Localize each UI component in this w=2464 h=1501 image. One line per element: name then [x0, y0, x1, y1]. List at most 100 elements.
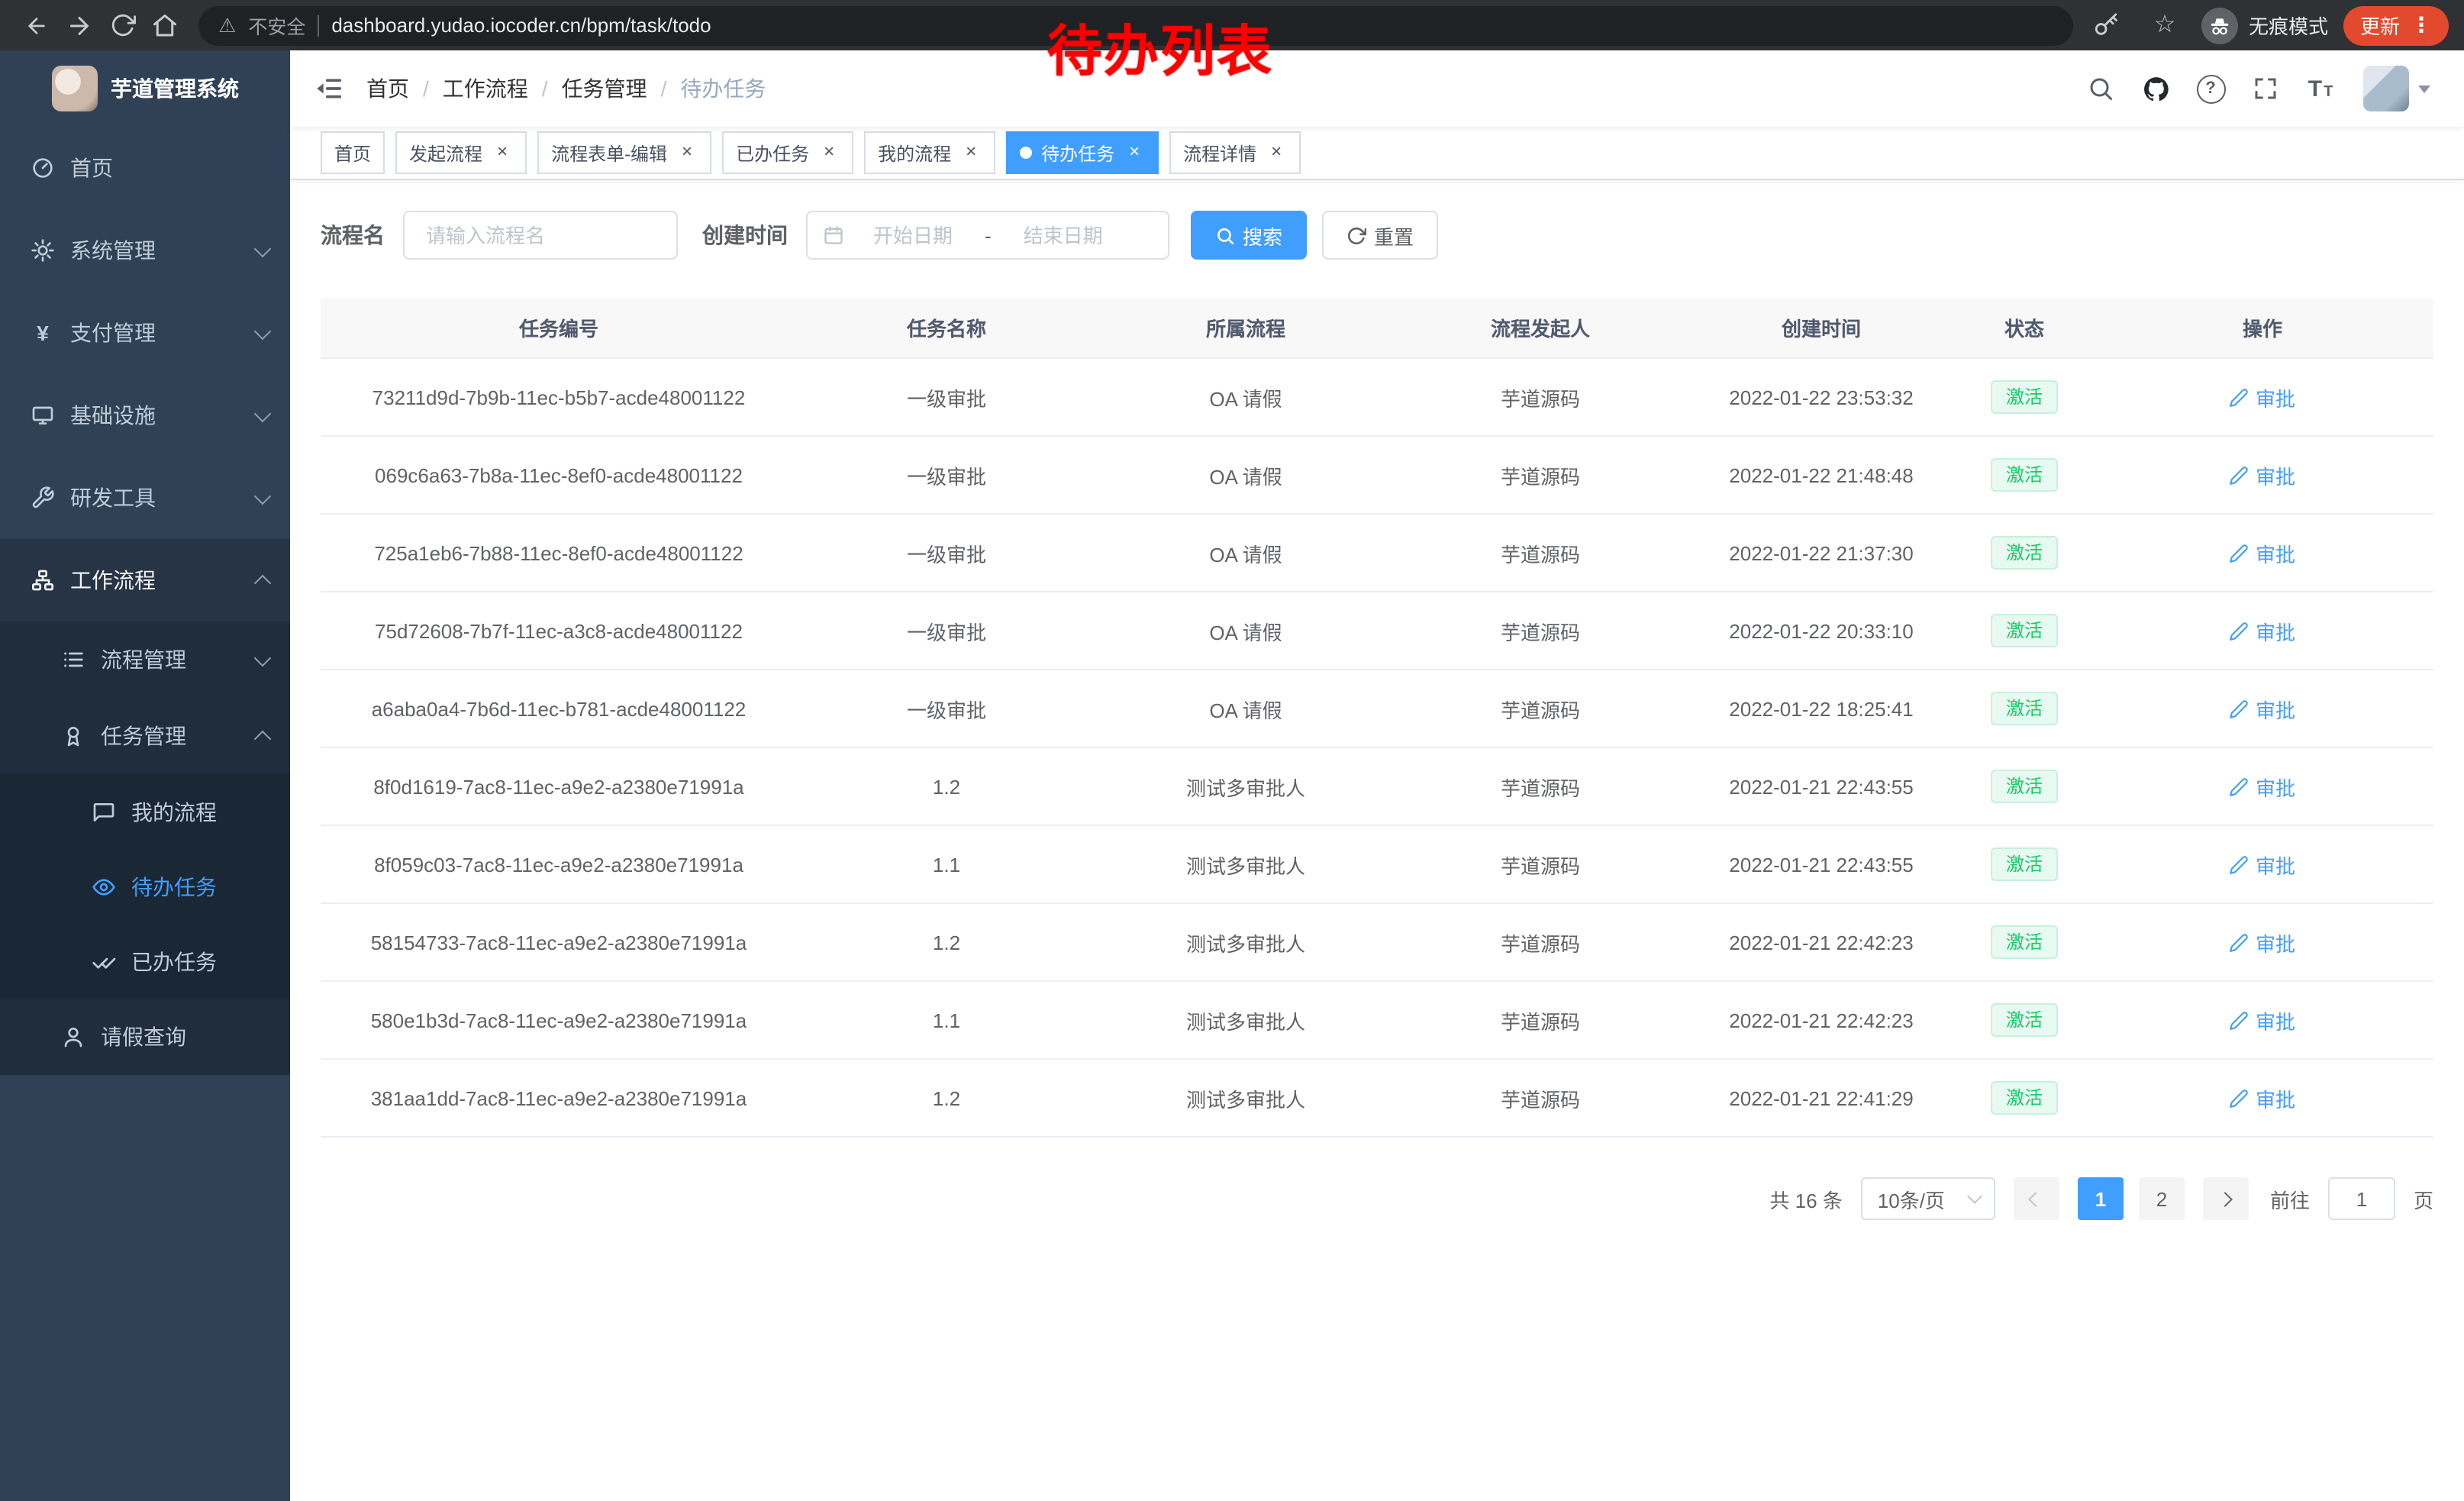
sidebar-item-payment-mgmt[interactable]: ¥ 支付管理	[0, 292, 290, 374]
tab-label: 首页	[334, 140, 371, 166]
goto-page-input[interactable]	[2328, 1177, 2395, 1220]
cell-starter: 芋道源码	[1395, 436, 1685, 514]
table-row[interactable]: 069c6a63-7b8a-11ec-8ef0-acde48001122 一级审…	[321, 436, 2433, 514]
browser-home-button[interactable]	[144, 4, 186, 47]
approve-link[interactable]: 审批	[2230, 538, 2295, 567]
sidebar-item-done-tasks[interactable]: 已办任务	[0, 924, 290, 999]
sidebar-item-system-mgmt[interactable]: 系统管理	[0, 209, 290, 292]
font-size-button[interactable]: TT	[2296, 64, 2345, 113]
page-size-select[interactable]: 10条/页	[1861, 1177, 1995, 1220]
approve-link[interactable]: 审批	[2230, 616, 2295, 645]
tab[interactable]: 流程详情 ×	[1169, 131, 1301, 174]
tab-close-icon[interactable]: ×	[1124, 142, 1145, 163]
tab-close-icon[interactable]: ×	[960, 142, 982, 163]
approve-label: 审批	[2256, 538, 2295, 567]
cell-process: OA 请假	[1096, 436, 1395, 514]
cell-process: 测试多审批人	[1096, 747, 1395, 825]
table-row[interactable]: 73211d9d-7b9b-11ec-b5b7-acde48001122 一级审…	[321, 358, 2433, 436]
page-number-button[interactable]: 2	[2139, 1177, 2185, 1220]
sidebar-item-home[interactable]: 首页	[0, 127, 290, 209]
breadcrumb-item[interactable]: 首页	[366, 73, 409, 104]
approve-link[interactable]: 审批	[2230, 383, 2295, 412]
sidebar-item-infrastructure[interactable]: 基础设施	[0, 374, 290, 457]
browser-back-button[interactable]	[15, 4, 58, 47]
search-button[interactable]: 搜索	[1191, 211, 1307, 260]
password-manager-button[interactable]	[2085, 4, 2128, 47]
table-row[interactable]: 75d72608-7b7f-11ec-a3c8-acde48001122 一级审…	[321, 592, 2433, 670]
column-header: 操作	[2091, 298, 2433, 358]
approve-link[interactable]: 审批	[2230, 850, 2295, 879]
table-row[interactable]: a6aba0a4-7b6d-11ec-b781-acde48001122 一级审…	[321, 670, 2433, 747]
approve-link[interactable]: 审批	[2230, 1083, 2295, 1112]
app-logo[interactable]: 芋道管理系统	[0, 50, 290, 127]
browser-refresh-button[interactable]	[101, 4, 144, 47]
breadcrumb-item[interactable]: 工作流程	[443, 73, 528, 104]
prev-page-button[interactable]	[2014, 1177, 2059, 1220]
cell-process: OA 请假	[1096, 358, 1395, 436]
goto-suffix-label: 页	[2414, 1184, 2433, 1213]
address-separator	[318, 15, 319, 36]
table-row[interactable]: 8f059c03-7ac8-11ec-a9e2-a2380e71991a 1.1…	[321, 825, 2433, 903]
tab[interactable]: 流程表单-编辑 ×	[537, 131, 711, 174]
tab[interactable]: 待办任务 ×	[1006, 131, 1159, 174]
date-range-picker[interactable]: -	[806, 211, 1169, 260]
browser-update-button[interactable]: 更新 ⋮	[2343, 5, 2449, 45]
sidebar-item-dev-tools[interactable]: 研发工具	[0, 457, 290, 539]
approve-link[interactable]: 审批	[2230, 460, 2295, 489]
table-row[interactable]: 381aa1dd-7ac8-11ec-a9e2-a2380e71991a 1.2…	[321, 1059, 2433, 1137]
github-link-button[interactable]	[2131, 64, 2180, 113]
chevron-up-icon	[254, 731, 272, 748]
status-badge: 激活	[1991, 925, 2058, 959]
bookmark-button[interactable]: ☆	[2143, 4, 2186, 47]
sidebar-item-workflow[interactable]: 工作流程	[0, 539, 290, 621]
home-icon	[151, 11, 179, 39]
sidebar-item-process-mgmt[interactable]: 流程管理	[0, 621, 290, 698]
reset-button[interactable]: 重置	[1322, 211, 1438, 260]
sidebar-item-leave-query[interactable]: 请假查询	[0, 999, 290, 1075]
cell-task-name: 1.2	[797, 747, 1096, 825]
sidebar-toggle-button[interactable]	[314, 73, 345, 104]
tab[interactable]: 我的流程 ×	[864, 131, 995, 174]
header-search-button[interactable]	[2076, 64, 2125, 113]
todo-task-table: 任务编号任务名称所属流程流程发起人创建时间状态操作 73211d9d-7b9b-…	[321, 298, 2433, 1138]
approve-link[interactable]: 审批	[2230, 1006, 2295, 1035]
table-row[interactable]: 580e1b3d-7ac8-11ec-a9e2-a2380e71991a 1.1…	[321, 981, 2433, 1059]
approve-link[interactable]: 审批	[2230, 928, 2295, 957]
start-date-input[interactable]	[850, 222, 976, 248]
tab-close-icon[interactable]: ×	[676, 142, 698, 163]
browser-menu-icon[interactable]: ⋮	[2411, 12, 2432, 38]
sidebar-item-todo-tasks[interactable]: 待办任务	[0, 849, 290, 924]
yen-icon: ¥	[31, 321, 55, 345]
user-menu[interactable]	[2363, 66, 2430, 111]
next-page-button[interactable]	[2203, 1177, 2249, 1220]
sidebar-item-my-processes[interactable]: 我的流程	[0, 774, 290, 849]
end-date-input[interactable]	[1001, 222, 1126, 248]
table-row[interactable]: 58154733-7ac8-11ec-a9e2-a2380e71991a 1.2…	[321, 903, 2433, 981]
tab-close-icon[interactable]: ×	[1266, 142, 1287, 163]
sidebar-item-task-mgmt[interactable]: 任务管理	[0, 698, 290, 774]
approve-label: 审批	[2256, 460, 2295, 489]
page-number-button[interactable]: 1	[2078, 1177, 2124, 1220]
table-row[interactable]: 8f0d1619-7ac8-11ec-a9e2-a2380e71991a 1.2…	[321, 747, 2433, 825]
help-button[interactable]: ?	[2186, 64, 2235, 113]
tab-close-icon[interactable]: ×	[818, 142, 840, 163]
breadcrumb-item[interactable]: 任务管理	[562, 73, 647, 104]
cell-task-name: 一级审批	[797, 592, 1096, 670]
hamburger-fold-icon	[314, 73, 345, 104]
sidebar-item-label: 待办任务	[131, 871, 269, 902]
fullscreen-button[interactable]	[2241, 64, 2290, 113]
cell-created: 2022-01-22 20:33:10	[1685, 592, 1957, 670]
question-icon: ?	[2196, 74, 2225, 103]
tab[interactable]: 已办任务 ×	[722, 131, 853, 174]
approve-link[interactable]: 审批	[2230, 772, 2295, 801]
browser-forward-button[interactable]	[58, 4, 101, 47]
navbar-actions: ? TT	[2076, 64, 2430, 113]
user-avatar	[2363, 66, 2409, 111]
tab[interactable]: 首页	[321, 131, 385, 174]
page-content: 流程名 创建时间 - 搜索	[290, 180, 2464, 1501]
tab-close-icon[interactable]: ×	[492, 142, 513, 163]
tab[interactable]: 发起流程 ×	[395, 131, 527, 174]
approve-link[interactable]: 审批	[2230, 694, 2295, 723]
table-row[interactable]: 725a1eb6-7b88-11ec-8ef0-acde48001122 一级审…	[321, 514, 2433, 592]
process-name-input[interactable]	[423, 222, 658, 248]
